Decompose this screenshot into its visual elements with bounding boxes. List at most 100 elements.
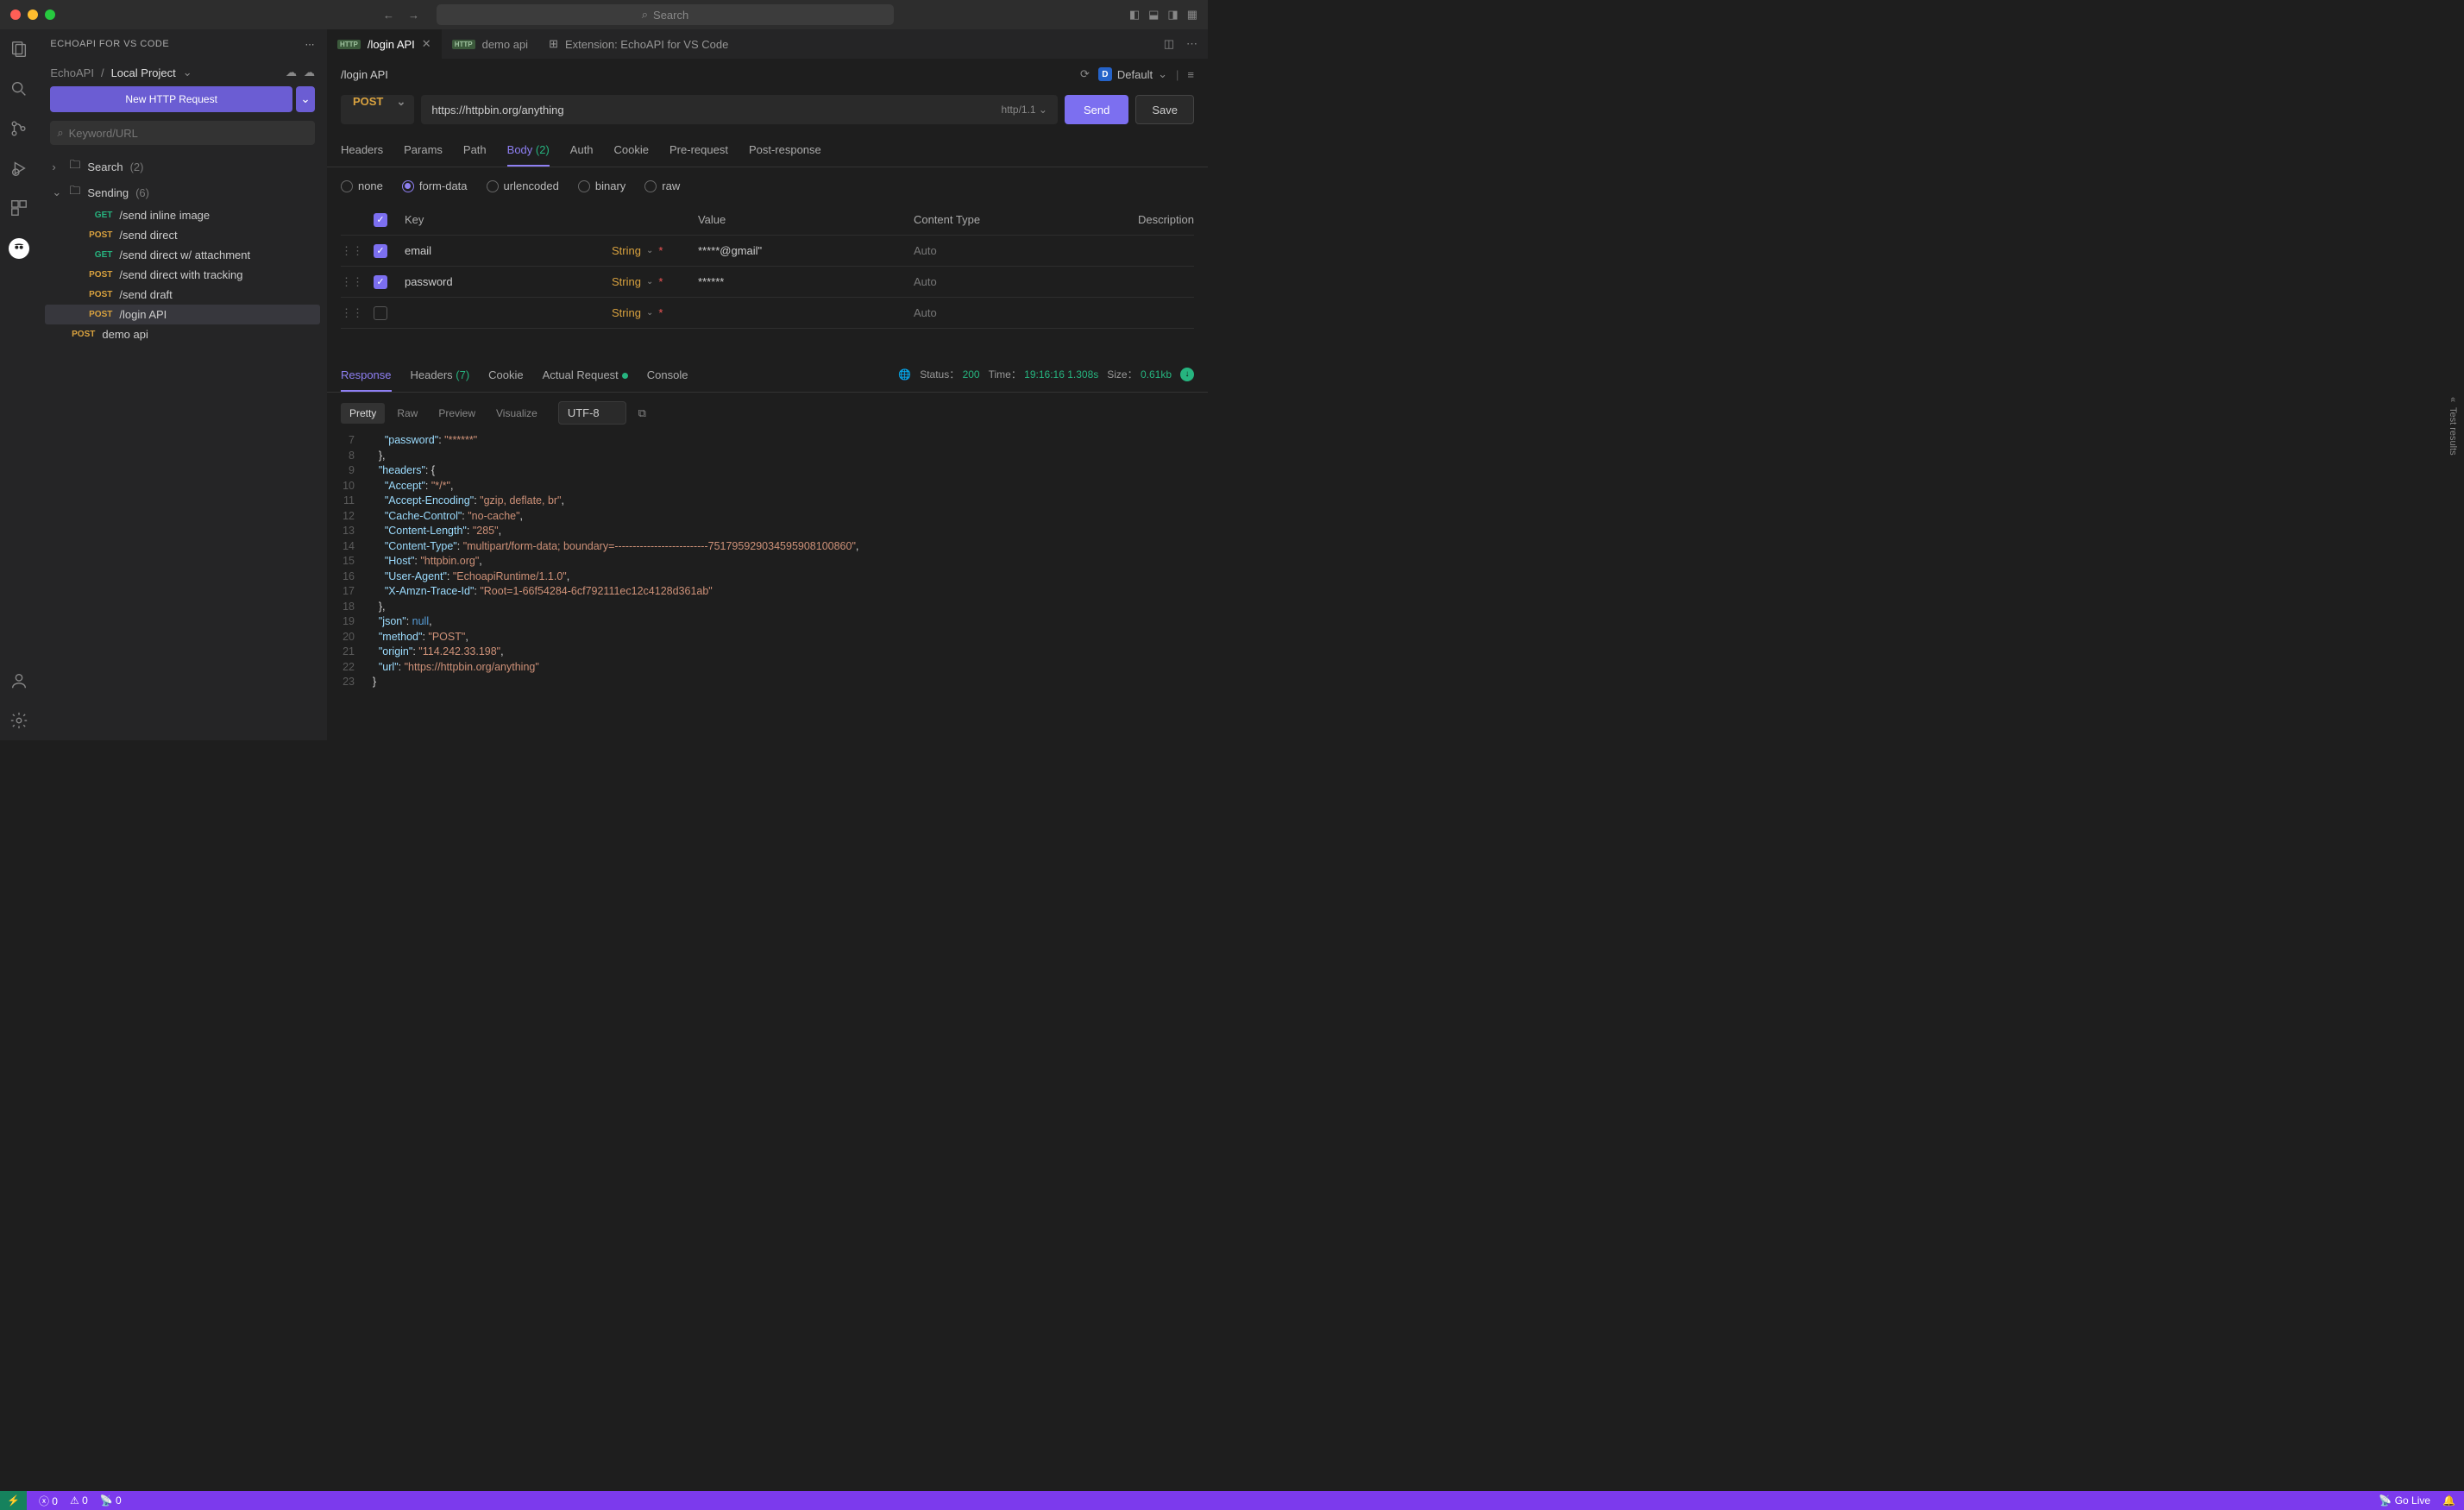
debug-icon[interactable] (9, 159, 28, 178)
extensions-icon[interactable] (9, 198, 28, 217)
remote-button[interactable]: ⚡ (0, 1491, 27, 1510)
request-item[interactable]: POST/send draft (45, 285, 320, 305)
request-item[interactable]: GET/send direct w/ attachment (45, 245, 320, 265)
content-type-cell[interactable]: Auto (914, 244, 1138, 257)
editor-tab[interactable]: HTTP/login API✕ (327, 29, 442, 59)
form-row: ⋮⋮ String⌄* Auto (341, 298, 1194, 329)
sidebar-more-icon[interactable]: ⋯ (305, 39, 315, 50)
response-body[interactable]: 7 "password": "******"8 },9 "headers": {… (327, 433, 1208, 740)
breadcrumb-project[interactable]: Local Project (111, 66, 176, 79)
response-tab-actual-request[interactable]: Actual Request (543, 363, 628, 392)
drag-icon[interactable]: ⋮⋮ (341, 244, 374, 258)
search-nav-icon[interactable] (9, 79, 28, 98)
row-checkbox[interactable]: ✓ (374, 275, 387, 289)
folder-sending[interactable]: ⌄ 🗀 Sending (6) (45, 179, 320, 205)
minimize-window[interactable] (28, 9, 38, 20)
errors-count[interactable]: ⓧ 0 (39, 1494, 58, 1508)
method-dropdown[interactable]: POST ⌄ (341, 95, 414, 124)
request-item[interactable]: POST/login API (45, 305, 320, 324)
save-button[interactable]: Save (1135, 95, 1194, 124)
content-type-cell[interactable]: Auto (914, 306, 1138, 319)
request-item[interactable]: POST/send direct (45, 225, 320, 245)
close-window[interactable] (10, 9, 21, 20)
key-cell[interactable]: password (405, 275, 612, 288)
chevron-down-icon[interactable]: ⌄ (183, 66, 192, 79)
request-tab-params[interactable]: Params (404, 138, 443, 167)
layout-bottom-icon[interactable]: ⬓ (1148, 8, 1159, 22)
response-tab-headers[interactable]: Headers (7) (411, 363, 470, 392)
bell-icon[interactable]: 🔔 (2442, 1494, 2455, 1507)
request-tab-cookie[interactable]: Cookie (614, 138, 649, 167)
url-input[interactable]: https://httpbin.org/anything http/1.1 ⌄ (421, 95, 1058, 124)
content-type-cell[interactable]: Auto (914, 275, 1138, 288)
request-item[interactable]: GET/send inline image (45, 205, 320, 225)
close-icon[interactable]: ✕ (422, 37, 431, 51)
request-item[interactable]: POST/send direct with tracking (45, 265, 320, 285)
new-request-dropdown[interactable]: ⌄ (296, 86, 315, 112)
request-demo-api[interactable]: POST demo api (45, 324, 320, 344)
body-type-urlencoded[interactable]: urlencoded (487, 179, 559, 192)
new-request-button[interactable]: New HTTP Request (50, 86, 292, 112)
echoapi-icon[interactable] (9, 238, 29, 259)
account-icon[interactable] (9, 671, 28, 690)
editor-tab[interactable]: HTTPdemo api (442, 29, 538, 59)
drag-icon[interactable]: ⋮⋮ (341, 275, 374, 289)
forward-icon[interactable]: → (408, 9, 419, 22)
request-tab-post-response[interactable]: Post-response (749, 138, 821, 167)
body-type-raw[interactable]: raw (644, 179, 680, 192)
cloud-up-icon[interactable]: ☁ (304, 66, 315, 79)
maximize-window[interactable] (45, 9, 55, 20)
request-tab-headers[interactable]: Headers (341, 138, 383, 167)
explorer-icon[interactable] (9, 40, 28, 59)
split-icon[interactable]: ◫ (1164, 37, 1174, 51)
row-checkbox[interactable] (374, 306, 387, 320)
response-tab-console[interactable]: Console (647, 363, 688, 392)
breadcrumb-root[interactable]: EchoAPI (50, 66, 94, 79)
settings-icon[interactable] (9, 711, 28, 730)
menu-icon[interactable]: ≡ (1187, 68, 1194, 81)
value-cell[interactable]: ****** (698, 275, 914, 288)
key-cell[interactable]: email (405, 244, 612, 257)
layout-grid-icon[interactable]: ▦ (1187, 8, 1197, 22)
encoding-dropdown[interactable]: UTF-8 (558, 401, 626, 425)
refresh-icon[interactable]: ⟳ (1080, 67, 1090, 81)
body-type-binary[interactable]: binary (578, 179, 625, 192)
test-results-rail[interactable]: « Test results (2442, 397, 2464, 456)
body-type-form-data[interactable]: form-data (402, 179, 468, 192)
type-cell[interactable]: String⌄* (612, 306, 698, 319)
type-cell[interactable]: String⌄* (612, 244, 698, 257)
request-tab-pre-request[interactable]: Pre-request (669, 138, 728, 167)
git-icon[interactable] (9, 119, 28, 138)
response-tab-cookie[interactable]: Cookie (488, 363, 523, 392)
download-icon[interactable]: ↓ (1180, 368, 1194, 381)
command-search[interactable]: ⌕ Search (437, 4, 894, 25)
send-button[interactable]: Send (1065, 95, 1128, 124)
select-all-checkbox[interactable]: ✓ (374, 213, 387, 227)
warnings-count[interactable]: ⚠ 0 (70, 1494, 88, 1507)
cloud-down-icon[interactable]: ☁ (286, 66, 297, 79)
request-tab-auth[interactable]: Auth (570, 138, 594, 167)
folder-search[interactable]: › 🗀 Search (2) (45, 154, 320, 179)
go-live-button[interactable]: 📡 Go Live (2379, 1494, 2430, 1507)
response-tab-response[interactable]: Response (341, 363, 392, 392)
request-tab-body[interactable]: Body (2) (507, 138, 550, 167)
editor-tab[interactable]: ⊞Extension: EchoAPI for VS Code (538, 29, 739, 59)
view-preview[interactable]: Preview (430, 403, 484, 424)
view-pretty[interactable]: Pretty (341, 403, 385, 424)
ports-count[interactable]: 📡 0 (100, 1494, 122, 1507)
tab-more-icon[interactable]: ⋯ (1186, 37, 1197, 51)
environment-selector[interactable]: D Default ⌄ (1098, 67, 1167, 81)
view-visualize[interactable]: Visualize (487, 403, 546, 424)
filter-input[interactable]: ⌕ Keyword/URL (50, 121, 315, 145)
row-checkbox[interactable]: ✓ (374, 244, 387, 258)
value-cell[interactable]: *****@gmail" (698, 244, 914, 257)
view-raw[interactable]: Raw (388, 403, 426, 424)
back-icon[interactable]: ← (383, 9, 394, 22)
layout-left-icon[interactable]: ◧ (1129, 8, 1140, 22)
request-tab-path[interactable]: Path (463, 138, 487, 167)
copy-icon[interactable]: ⧉ (638, 406, 646, 420)
type-cell[interactable]: String⌄* (612, 275, 698, 288)
body-type-none[interactable]: none (341, 179, 383, 192)
layout-right-icon[interactable]: ◨ (1167, 8, 1178, 22)
drag-icon[interactable]: ⋮⋮ (341, 306, 374, 320)
